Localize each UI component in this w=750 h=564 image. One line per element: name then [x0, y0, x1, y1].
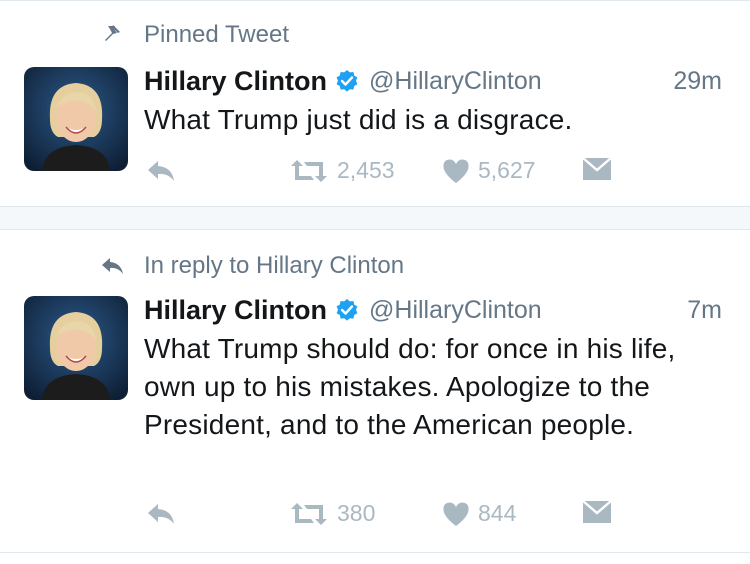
author-handle[interactable]: @HillaryClinton	[369, 296, 542, 325]
author-name[interactable]: Hillary Clinton	[144, 295, 327, 326]
retweet-icon	[291, 159, 327, 182]
timestamp[interactable]: 29m	[673, 67, 722, 96]
pin-icon	[100, 23, 136, 47]
tweet-text: What Trump should do: for once in his li…	[144, 333, 676, 440]
verified-badge-icon	[336, 70, 358, 92]
tweet-header: Hillary Clinton @HillaryClinton 7m	[144, 292, 722, 328]
reply-button[interactable]	[144, 157, 178, 185]
direct-message-button[interactable]	[582, 157, 612, 181]
like-count: 844	[478, 500, 517, 526]
retweet-button[interactable]: 380	[289, 500, 375, 527]
like-button[interactable]: 844	[442, 500, 516, 527]
reply-context: In reply to Hillary Clinton	[100, 252, 404, 280]
envelope-icon	[582, 500, 612, 523]
reply-icon	[148, 504, 174, 524]
retweet-icon	[291, 502, 327, 525]
tweet-reply[interactable]: In reply to Hillary Clinton Hillary Clin…	[0, 230, 750, 552]
tweet-header: Hillary Clinton @HillaryClinton 29m	[144, 63, 722, 99]
pinned-label: Pinned Tweet	[144, 21, 289, 48]
pinned-context: Pinned Tweet	[100, 21, 289, 49]
retweet-button[interactable]: 2,453	[289, 157, 395, 184]
tweet-actions: 2,453 5,627	[144, 157, 624, 187]
reply-button[interactable]	[144, 500, 178, 528]
reply-context-label[interactable]: In reply to Hillary Clinton	[144, 252, 404, 280]
like-button[interactable]: 5,627	[442, 157, 536, 184]
author-name[interactable]: Hillary Clinton	[144, 66, 327, 97]
tweet-text: What Trump just did is a disgrace.	[144, 104, 573, 135]
author-handle[interactable]: @HillaryClinton	[369, 67, 542, 96]
reply-icon	[148, 161, 174, 181]
like-count: 5,627	[478, 157, 536, 183]
avatar[interactable]	[24, 67, 128, 171]
tweet-separator	[0, 206, 750, 230]
bottom-divider	[0, 552, 750, 553]
retweet-count: 2,453	[337, 157, 395, 183]
reply-icon	[100, 254, 136, 278]
avatar[interactable]	[24, 296, 128, 400]
envelope-icon	[582, 157, 612, 180]
heart-icon	[443, 502, 469, 526]
retweet-count: 380	[337, 500, 376, 526]
timestamp[interactable]: 7m	[687, 296, 722, 325]
heart-icon	[443, 159, 469, 183]
direct-message-button[interactable]	[582, 500, 612, 524]
tweet-actions: 380 844	[144, 500, 624, 530]
tweet-pinned[interactable]: Pinned Tweet Hillary Clinton @HillaryCli…	[0, 0, 750, 207]
verified-badge-icon	[336, 299, 358, 321]
